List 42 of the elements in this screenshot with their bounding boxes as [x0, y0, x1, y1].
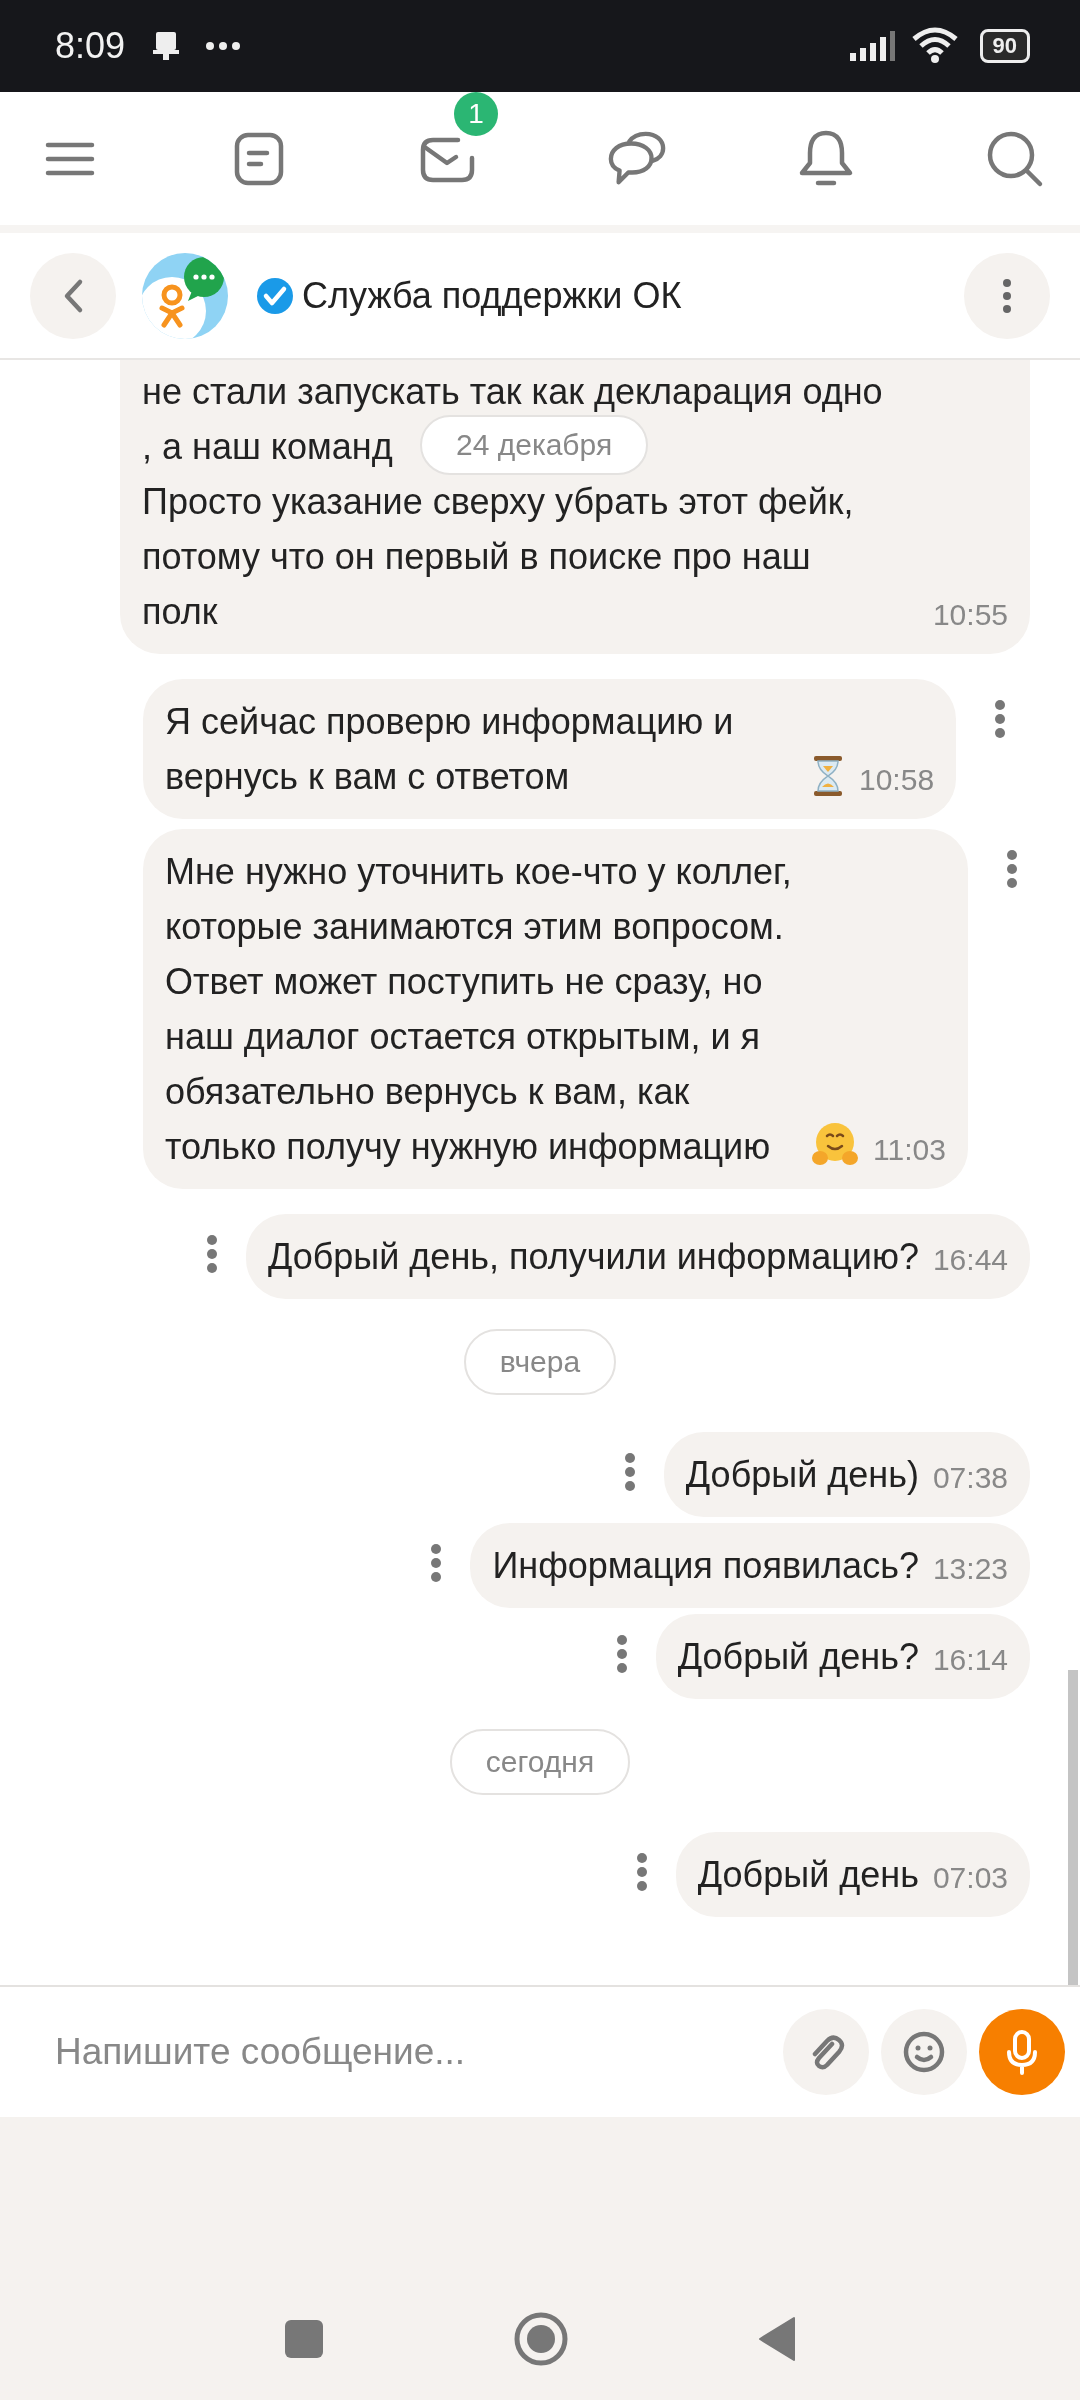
message-text: Добрый день: [697, 1853, 919, 1897]
message-text: Мне нужно уточнить кое-что у коллег, которые занимаются этим вопросом. Ответ может поступить не сразу, но наш диалог остается открытым, и я обязательно вернусь к вам, как только получу нужную информацию: [165, 850, 793, 1169]
more-options-icon[interactable]: [205, 1234, 218, 1274]
signal-icon: [847, 29, 896, 63]
date-label: сегодня: [449, 1729, 631, 1795]
message-time: 11:03: [873, 1132, 946, 1168]
message-time: 07:03: [932, 1860, 1008, 1896]
message-time: 13:23: [932, 1551, 1008, 1587]
note-icon[interactable]: [233, 130, 285, 187]
unread-badge: 1: [454, 91, 498, 136]
hugging-emoji-icon: [811, 1120, 859, 1168]
battery-indicator: 90: [979, 29, 1030, 63]
smiley-icon: [902, 2030, 946, 2074]
hourglass-icon: [811, 754, 845, 798]
message-time: 07:38: [932, 1460, 1008, 1496]
more-options-icon[interactable]: [1005, 849, 1018, 889]
message-text: Информация появилась?: [492, 1544, 919, 1588]
date-label: 24 декабря: [420, 415, 649, 475]
more-notifications-icon: [205, 41, 242, 51]
message-text: Добрый день): [685, 1453, 919, 1497]
message-time: 16:44: [932, 1242, 1008, 1278]
message-text: не стали запускать так как декларация одно: [142, 370, 883, 414]
home-button[interactable]: [514, 2311, 568, 2366]
clock-time: 8:09: [55, 25, 126, 67]
message-time: 10:55: [932, 597, 1008, 633]
more-options-icon[interactable]: [430, 1543, 443, 1583]
chat-title: Служба поддержки ОК: [302, 274, 683, 317]
message-time: 10:58: [859, 762, 935, 798]
more-options-icon[interactable]: [635, 1852, 648, 1892]
message-text: , а наш команд: [142, 425, 393, 469]
message-text: Добрый день?: [677, 1635, 919, 1679]
recents-button[interactable]: [284, 2318, 324, 2359]
date-label: вчера: [463, 1329, 617, 1395]
more-options-icon[interactable]: [623, 1452, 636, 1492]
message-text: Я сейчас проверю информацию и вернусь к вам с ответом: [165, 700, 735, 799]
more-options-icon[interactable]: [994, 699, 1007, 739]
more-options-icon[interactable]: [615, 1634, 628, 1674]
message-time: 16:14: [932, 1642, 1008, 1678]
message-text: Просто указание сверху убрать этот фейк, потому что он первый в поиске про наш полк: [142, 480, 854, 634]
more-icon: [1002, 277, 1012, 314]
back-nav-button[interactable]: [758, 2315, 796, 2362]
message-text: Добрый день, получили информацию?: [267, 1235, 919, 1279]
